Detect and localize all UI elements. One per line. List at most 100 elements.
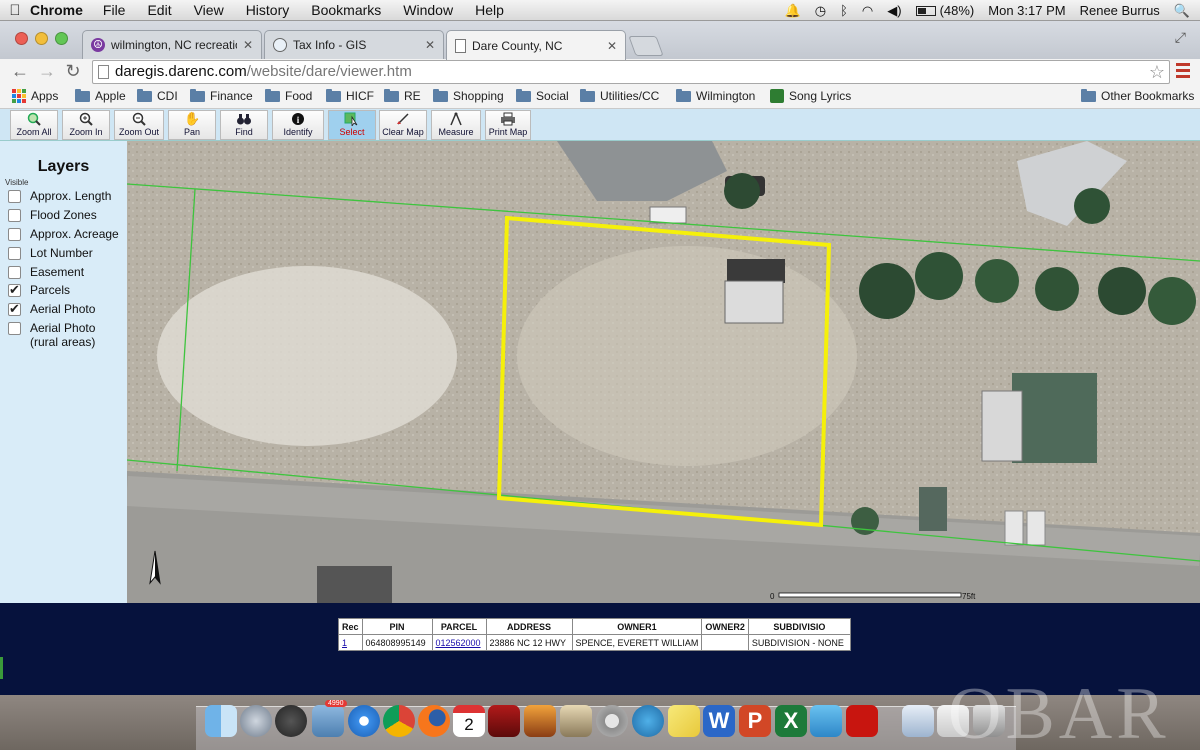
bookmark-star-icon[interactable]: ☆ — [1149, 61, 1165, 83]
layer-approx-length[interactable]: Approx. Length — [8, 189, 126, 203]
close-tab-icon[interactable]: ✕ — [607, 39, 617, 53]
bookmark-finance[interactable]: Finance — [190, 88, 253, 103]
layer-checkbox[interactable] — [8, 190, 21, 203]
back-arrow-icon[interactable]: ← — [10, 61, 30, 82]
bookmark-food[interactable]: Food — [265, 88, 312, 103]
word-icon[interactable]: W — [703, 705, 735, 737]
stickies-icon[interactable] — [668, 705, 700, 737]
parcel-cell[interactable]: 012562000 — [431, 634, 487, 651]
chrome-menu-icon[interactable] — [1176, 63, 1190, 79]
bookmark-re[interactable]: RE — [384, 88, 421, 103]
aerial-map[interactable]: 0 75ft — [127, 141, 1200, 603]
excel-icon[interactable]: X — [775, 705, 807, 737]
print-map-button[interactable]: Print Map — [485, 110, 531, 140]
identify-button[interactable]: i Identify — [272, 110, 324, 140]
spotlight-search-icon[interactable]: 🔍 — [1174, 3, 1190, 19]
volume-icon[interactable]: ◀) — [887, 3, 901, 19]
close-tab-icon[interactable]: ✕ — [243, 38, 253, 52]
chrome-icon[interactable] — [383, 705, 415, 737]
bookmark-song-lyrics[interactable]: Song Lyrics — [770, 89, 851, 103]
powerpoint-icon[interactable]: P — [739, 705, 771, 737]
menu-view[interactable]: View — [194, 2, 224, 18]
zoom-window-button[interactable] — [55, 32, 68, 45]
tab-tax-info-gis[interactable]: Tax Info - GIS ✕ — [264, 30, 444, 59]
system-preferences-icon[interactable] — [596, 705, 628, 737]
bluetooth-icon[interactable]: ᛒ — [840, 3, 848, 18]
tab-dare-county[interactable]: Dare County, NC ✕ — [446, 30, 626, 60]
layer-checkbox[interactable] — [8, 301, 21, 317]
notification-bell-icon[interactable]: 🔔 — [785, 3, 801, 19]
bookmark-shopping[interactable]: Shopping — [433, 88, 504, 103]
layer-checkbox[interactable] — [8, 266, 21, 279]
layer-checkbox[interactable] — [8, 247, 21, 260]
bookmark-wilmington[interactable]: Wilmington — [676, 88, 755, 103]
firefox-icon[interactable] — [418, 705, 450, 737]
bookmark-hicf[interactable]: HICF — [326, 88, 374, 103]
menu-window[interactable]: Window — [403, 2, 453, 18]
calendar-icon[interactable]: 2 — [453, 705, 485, 737]
bookmark-other[interactable]: Other Bookmarks — [1081, 88, 1194, 103]
layer-checkbox[interactable] — [8, 209, 21, 222]
launchpad-icon[interactable] — [240, 705, 272, 737]
layer-aerial-photo-rural[interactable]: Aerial Photo (rural areas) — [8, 321, 126, 349]
apple-menu-icon[interactable]:  — [0, 2, 30, 19]
layer-checkbox[interactable] — [8, 282, 21, 298]
menu-file[interactable]: File — [103, 2, 126, 18]
menubar-clock[interactable]: Mon 3:17 PM — [988, 3, 1065, 18]
bookmark-apps[interactable]: Apps — [12, 89, 58, 103]
mail-icon[interactable] — [312, 705, 344, 737]
layer-parcels[interactable]: Parcels — [8, 282, 126, 298]
layer-approx-acreage[interactable]: Approx. Acreage — [8, 227, 126, 241]
tab-wilmington[interactable]: ☮ wilmington, NC recreation ✕ — [82, 30, 262, 59]
new-tab-button[interactable] — [628, 36, 664, 56]
select-button[interactable]: Select — [328, 110, 376, 140]
menu-help[interactable]: Help — [475, 2, 504, 18]
zoom-in-button[interactable]: Zoom In — [62, 110, 110, 140]
zoom-out-button[interactable]: Zoom Out — [114, 110, 164, 140]
time-machine-icon[interactable]: ◷ — [815, 3, 826, 19]
app-menu-chrome[interactable]: Chrome — [30, 2, 83, 18]
map-view[interactable]: 0 75ft — [127, 141, 1200, 603]
finder-icon[interactable] — [205, 705, 237, 737]
address-bar[interactable]: daregis.darenc.com/website/dare/viewer.h… — [92, 60, 1170, 84]
measure-button[interactable]: Measure — [431, 110, 481, 140]
layer-aerial-photo[interactable]: Aerial Photo — [8, 301, 126, 317]
forward-arrow-icon[interactable]: → — [37, 61, 57, 82]
zoom-all-button[interactable]: Zoom All — [10, 110, 58, 140]
record-cell[interactable]: 1 — [338, 634, 363, 651]
minimize-window-button[interactable] — [35, 32, 48, 45]
layer-checkbox[interactable] — [8, 228, 21, 241]
close-window-button[interactable] — [15, 32, 28, 45]
iphoto-icon[interactable] — [524, 705, 556, 737]
bookmark-apple[interactable]: Apple — [75, 88, 126, 103]
layer-easement[interactable]: Easement — [8, 265, 126, 279]
facetime-icon[interactable] — [632, 705, 664, 737]
find-button[interactable]: Find — [220, 110, 268, 140]
layer-flood-zones[interactable]: Flood Zones — [8, 208, 126, 222]
parcel-link[interactable]: 012562000 — [436, 638, 481, 648]
documents-icon[interactable] — [902, 705, 934, 737]
close-tab-icon[interactable]: ✕ — [425, 38, 435, 52]
preview-icon[interactable] — [560, 705, 592, 737]
bookmark-social[interactable]: Social — [516, 88, 569, 103]
menu-bookmarks[interactable]: Bookmarks — [311, 2, 381, 18]
bookmark-utilities[interactable]: Utilities/CC — [580, 88, 659, 103]
menu-history[interactable]: History — [246, 2, 290, 18]
record-link[interactable]: 1 — [342, 638, 347, 648]
safari-icon[interactable] — [348, 705, 380, 737]
fullscreen-icon[interactable]: ⤢ — [1175, 29, 1186, 46]
dashboard-icon[interactable] — [275, 705, 307, 737]
battery-indicator[interactable]: (48%) — [915, 3, 974, 18]
pan-button[interactable]: ✋ Pan — [168, 110, 216, 140]
clear-map-button[interactable]: Clear Map — [379, 110, 427, 140]
menubar-user[interactable]: Renee Burrus — [1080, 3, 1160, 18]
acrobat-icon[interactable] — [846, 705, 878, 737]
photo-booth-icon[interactable] — [488, 705, 520, 737]
bookmark-cdi[interactable]: CDI — [137, 88, 178, 103]
layer-checkbox[interactable] — [8, 322, 21, 335]
wifi-icon[interactable]: ◠ — [862, 3, 873, 19]
menu-edit[interactable]: Edit — [147, 2, 171, 18]
messenger-icon[interactable] — [810, 705, 842, 737]
layer-lot-number[interactable]: Lot Number — [8, 246, 126, 260]
reload-icon[interactable]: ↻ — [63, 61, 83, 82]
